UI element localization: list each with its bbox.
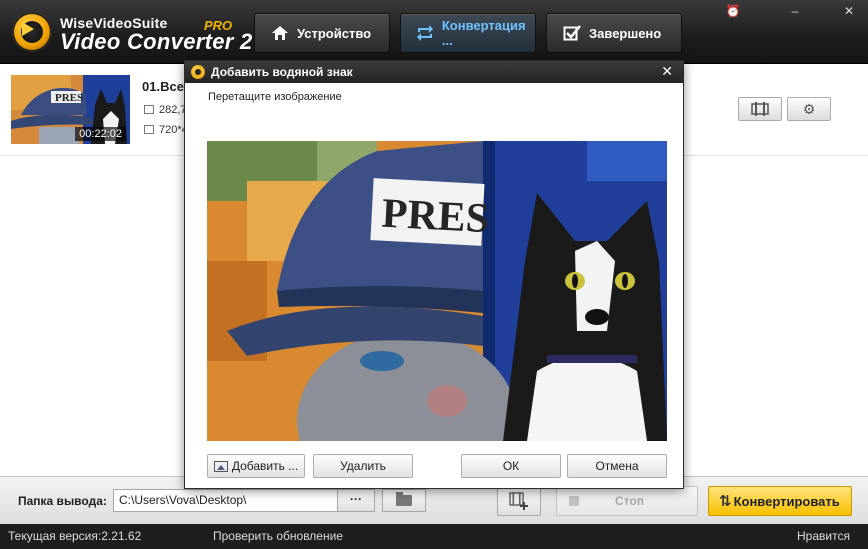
checkbox-icon (561, 22, 583, 44)
press-card-text: PRES (381, 191, 491, 243)
output-path-field[interactable]: C:\Users\Vova\Desktop\ (113, 489, 338, 512)
home-icon (269, 22, 291, 44)
top-bar: WiseVideoSuite Video Converter 2 PRO Уст… (0, 0, 868, 64)
file-resolution-row: 720*4 (144, 124, 188, 136)
stop-square-icon (569, 496, 579, 506)
file-size-row: 282,7 (144, 104, 187, 116)
convert-icon: ⇅ (719, 493, 732, 510)
output-folder-label: Папка вывода: (18, 494, 107, 508)
film-edit-icon (751, 102, 769, 116)
tab-device[interactable]: Устройство (254, 13, 390, 53)
dialog-title-bar: Добавить водяной знак ✕ (185, 61, 683, 83)
version-text: Текущая версия:2.21.62 (8, 529, 142, 543)
cancel-button[interactable]: Отмена (567, 454, 667, 478)
edit-clip-button[interactable] (738, 97, 782, 121)
close-icon[interactable]: ✕ (840, 4, 858, 18)
dialog-close-icon[interactable]: ✕ (661, 63, 673, 80)
thumb-press-text: PRES (55, 92, 83, 104)
file-size: 282,7 (159, 104, 187, 116)
folder-icon (396, 492, 412, 506)
add-video-button[interactable] (497, 486, 541, 516)
status-bar: Текущая версия:2.21.62 Проверить обновле… (0, 524, 868, 549)
ok-button[interactable]: ОК (461, 454, 561, 478)
convert-label: Конвертировать (733, 493, 840, 509)
add-watermark-label: Добавить ... (231, 459, 299, 473)
browse-button[interactable]: ··· (338, 489, 375, 512)
video-thumbnail[interactable]: PRES 00:22:02 (11, 75, 130, 144)
check-update-link[interactable]: Проверить обновление (213, 529, 343, 543)
tab-convert-label: Конвертация ... (441, 18, 526, 48)
tab-convert[interactable]: Конвертация ... (400, 13, 536, 53)
logo-arrow-icon (22, 22, 34, 36)
stop-label: Стоп (615, 494, 644, 508)
tab-done-label: Завершено (589, 25, 662, 41)
convert-button[interactable]: ⇅ Конвертировать (708, 486, 852, 516)
download-icon (144, 105, 154, 114)
open-folder-button[interactable] (382, 489, 426, 512)
convert-arrows-icon (415, 22, 436, 44)
stop-button[interactable]: Стоп (556, 486, 698, 516)
video-preview[interactable]: PRES (207, 141, 667, 441)
minimize-icon[interactable]: – (786, 4, 804, 18)
brand-pro-badge: PRO (204, 18, 233, 33)
tab-done[interactable]: Завершено (546, 13, 682, 53)
alarm-icon[interactable]: ⏰ (724, 4, 742, 18)
watermark-dialog: Добавить водяной знак ✕ Перетащите изобр… (184, 60, 684, 489)
monitor-icon (144, 125, 154, 134)
like-link[interactable]: Нравится (797, 529, 850, 543)
remove-watermark-button[interactable]: Удалить (313, 454, 413, 478)
settings-button[interactable]: ⚙ (787, 97, 831, 121)
video-duration: 00:22:02 (75, 127, 126, 141)
app-small-logo-icon (191, 65, 205, 79)
gear-icon: ⚙ (802, 100, 816, 117)
drag-image-hint: Перетащите изображение (208, 91, 342, 103)
dialog-title: Добавить водяной знак (211, 65, 353, 79)
add-film-icon (509, 492, 528, 510)
image-icon (213, 460, 228, 472)
tab-device-label: Устройство (297, 25, 372, 41)
add-watermark-button[interactable]: Добавить ... (207, 454, 305, 478)
